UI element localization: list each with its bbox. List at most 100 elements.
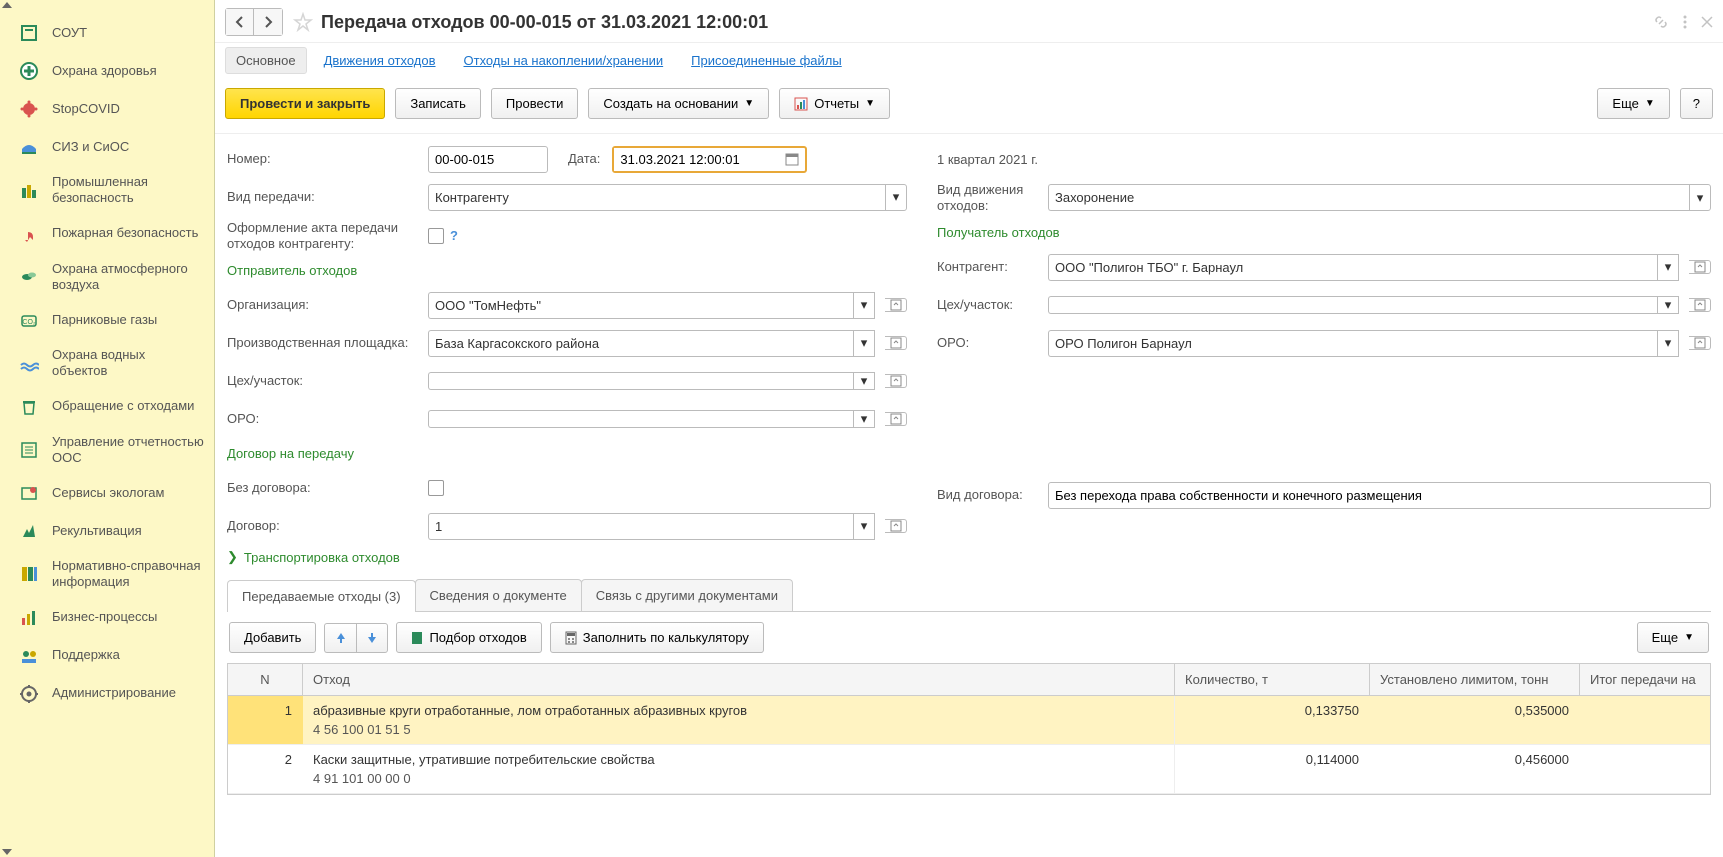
movement-type-select[interactable]: Захоронение ▾ [1048, 184, 1711, 211]
rec-dept-label: Цех/участок: [937, 297, 1042, 313]
sidebar-item[interactable]: Охрана здоровья [0, 52, 214, 90]
more-icon[interactable] [1683, 14, 1687, 30]
sidebar-item[interactable]: Бизнес-процессы [0, 599, 214, 637]
calendar-icon[interactable] [779, 148, 805, 171]
post-button[interactable]: Провести [491, 88, 579, 119]
th-limit[interactable]: Установлено лимитом, тонн [1370, 664, 1580, 695]
rec-oro-select[interactable]: ОРО Полигон Барнаул ▾ [1048, 330, 1679, 357]
sidebar-item[interactable]: CO₂Парниковые газы [0, 301, 214, 339]
sidebar-item[interactable]: Охрана водных объектов [0, 339, 214, 388]
post-and-close-button[interactable]: Провести и закрыть [225, 88, 385, 119]
sidebar-item[interactable]: Обращение с отходами [0, 388, 214, 426]
move-up-button[interactable] [324, 623, 356, 653]
chevron-down-icon[interactable]: ▾ [853, 513, 875, 540]
help-icon[interactable]: ? [450, 228, 458, 243]
open-icon[interactable] [885, 298, 907, 312]
table-row[interactable]: 2Каски защитные, утратившие потребительс… [228, 745, 1710, 794]
contract-value: 1 [428, 513, 853, 540]
sidebar-item[interactable]: Сервисы экологам [0, 474, 214, 512]
close-icon[interactable] [1701, 16, 1713, 28]
oro-select[interactable]: ▾ [428, 410, 875, 428]
fire-icon [18, 223, 40, 245]
number-input[interactable] [428, 146, 548, 173]
chevron-down-icon[interactable]: ▾ [1657, 330, 1679, 357]
chevron-down-icon[interactable]: ▾ [1689, 184, 1711, 211]
chevron-down-icon: ▼ [1684, 632, 1694, 643]
tab-more-button[interactable]: Еще▼ [1637, 622, 1709, 653]
sidebar-item[interactable]: Поддержка [0, 637, 214, 675]
sidebar-scroll-down[interactable] [0, 847, 214, 857]
sidebar-item[interactable]: Промышленная безопасность [0, 166, 214, 215]
table-row[interactable]: 1абразивные круги отработанные, лом отра… [228, 696, 1710, 745]
date-input[interactable] [614, 148, 779, 171]
transport-expander[interactable]: ❯ Транспортировка отходов [227, 541, 1711, 573]
subtab-storage[interactable]: Отходы на накоплении/хранении [453, 47, 675, 74]
create-based-button[interactable]: Создать на основании▼ [588, 88, 769, 119]
sidebar-item[interactable]: Пожарная безопасность [0, 215, 214, 253]
tab-docinfo[interactable]: Сведения о документе [415, 579, 582, 611]
open-icon[interactable] [1689, 336, 1711, 350]
th-qty[interactable]: Количество, т [1175, 664, 1370, 695]
contract-type-input[interactable] [1048, 482, 1711, 509]
subtab-movements[interactable]: Движения отходов [313, 47, 447, 74]
cell-total [1580, 745, 1710, 793]
no-contract-label: Без договора: [227, 480, 422, 496]
link-icon[interactable] [1653, 14, 1669, 30]
svg-text:CO₂: CO₂ [22, 319, 36, 326]
open-icon[interactable] [885, 336, 907, 350]
siz-icon [18, 136, 40, 158]
more-button[interactable]: Еще▼ [1597, 88, 1669, 119]
sidebar-item-label: Пожарная безопасность [52, 225, 198, 241]
org-select[interactable]: ООО "ТомНефть" ▾ [428, 292, 875, 319]
open-icon[interactable] [885, 374, 907, 388]
chevron-down-icon[interactable]: ▾ [1657, 254, 1679, 281]
counterparty-select[interactable]: ООО "Полигон ТБО" г. Барнаул ▾ [1048, 254, 1679, 281]
add-button[interactable]: Добавить [229, 622, 316, 653]
chevron-down-icon[interactable]: ▾ [853, 292, 875, 319]
move-down-button[interactable] [356, 623, 388, 653]
subtab-main[interactable]: Основное [225, 47, 307, 74]
nav-forward-button[interactable] [254, 9, 282, 35]
titlebar: Передача отходов 00-00-015 от 31.03.2021… [215, 0, 1723, 43]
rec-dept-select[interactable]: ▾ [1048, 296, 1679, 314]
subtab-attached[interactable]: Присоединенные файлы [680, 47, 853, 74]
th-waste[interactable]: Отход [303, 664, 1175, 695]
dept-select[interactable]: ▾ [428, 372, 875, 390]
chevron-down-icon[interactable]: ▾ [853, 372, 875, 390]
tab-links[interactable]: Связь с другими документами [581, 579, 793, 611]
open-icon[interactable] [885, 412, 907, 426]
contract-select[interactable]: 1 ▾ [428, 513, 875, 540]
no-contract-checkbox[interactable] [428, 480, 444, 496]
th-n[interactable]: N [228, 664, 303, 695]
reports-button[interactable]: Отчеты▼ [779, 88, 890, 119]
save-button[interactable]: Записать [395, 88, 481, 119]
pick-wastes-button[interactable]: Подбор отходов [396, 622, 541, 653]
sidebar-item[interactable]: СИЗ и СиОС [0, 128, 214, 166]
act-checkbox[interactable] [428, 228, 444, 244]
chevron-down-icon[interactable]: ▾ [1657, 296, 1679, 314]
toolbar: Провести и закрыть Записать Провести Соз… [215, 84, 1723, 134]
th-total[interactable]: Итог передачи на [1580, 664, 1710, 695]
fill-calc-button[interactable]: Заполнить по калькулятору [550, 622, 764, 653]
site-select[interactable]: База Каргасокского района ▾ [428, 330, 875, 357]
tab-wastes[interactable]: Передаваемые отходы (3) [227, 580, 416, 612]
open-icon[interactable] [885, 519, 907, 533]
nav-back-button[interactable] [226, 9, 254, 35]
site-value: База Каргасокского района [428, 330, 853, 357]
sidebar-item[interactable]: Нормативно-справочная информация [0, 550, 214, 599]
sidebar-scroll-up[interactable] [0, 0, 214, 10]
chevron-down-icon[interactable]: ▾ [853, 330, 875, 357]
transfer-type-select[interactable]: Контрагенту ▾ [428, 184, 907, 211]
sidebar-item[interactable]: СОУТ [0, 14, 214, 52]
chevron-down-icon[interactable]: ▾ [853, 410, 875, 428]
open-icon[interactable] [1689, 298, 1711, 312]
sidebar-item[interactable]: Администрирование [0, 675, 214, 713]
favorite-star-icon[interactable] [293, 12, 313, 32]
sidebar-item[interactable]: StopCOVID [0, 90, 214, 128]
sidebar-item[interactable]: Охрана атмосферного воздуха [0, 253, 214, 302]
chevron-down-icon[interactable]: ▾ [885, 184, 907, 211]
sidebar-item[interactable]: Рекультивация [0, 512, 214, 550]
sidebar-item[interactable]: Управление отчетностью ООС [0, 426, 214, 475]
open-icon[interactable] [1689, 260, 1711, 274]
help-button[interactable]: ? [1680, 88, 1713, 119]
